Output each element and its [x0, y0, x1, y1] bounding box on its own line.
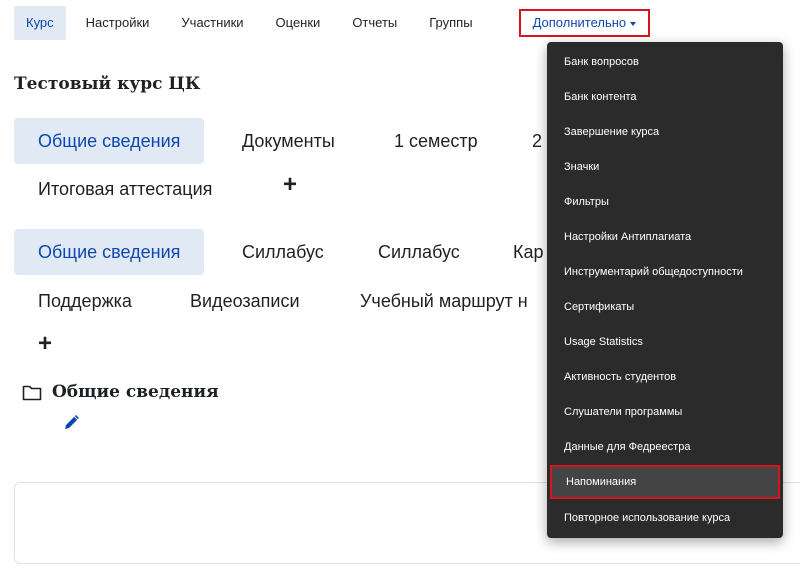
tab-groups[interactable]: Группы: [417, 6, 484, 40]
subtab-syllabus-1[interactable]: Силлабус: [218, 229, 348, 275]
menu-item-filters[interactable]: Фильтры: [547, 185, 783, 219]
tab-semester-1[interactable]: 1 семестр: [370, 118, 502, 164]
tab-reports[interactable]: Отчеты: [340, 6, 409, 40]
subtab-general-info[interactable]: Общие сведения: [14, 229, 205, 275]
tab-participants[interactable]: Участники: [169, 6, 255, 40]
subtab-support[interactable]: Поддержка: [14, 278, 156, 324]
page-title: Тестовый курс ЦК: [14, 74, 201, 94]
menu-item-reminders[interactable]: Напоминания: [550, 465, 780, 499]
menu-item-federal-registry-data[interactable]: Данные для Федреестра: [547, 430, 783, 464]
menu-item-badges[interactable]: Значки: [547, 150, 783, 184]
edit-pencil-icon[interactable]: [62, 412, 82, 432]
subtab-learning-route[interactable]: Учебный маршрут н: [336, 278, 552, 324]
tab-course[interactable]: Курс: [14, 6, 66, 40]
tab-final-attestation[interactable]: Итоговая аттестация: [14, 166, 236, 212]
menu-item-antiplagiarism-settings[interactable]: Настройки Антиплагиата: [547, 220, 783, 254]
menu-item-course-reuse[interactable]: Повторное использование курса: [547, 501, 783, 535]
caret-down-icon: [630, 21, 637, 26]
subtab-video[interactable]: Видеозаписи: [166, 278, 324, 324]
tab-grades[interactable]: Оценки: [264, 6, 333, 40]
section-title: Общие сведения: [52, 382, 219, 402]
menu-item-student-activity[interactable]: Активность студентов: [547, 360, 783, 394]
add-subtab-button[interactable]: +: [38, 332, 52, 356]
menu-item-accessibility-toolkit[interactable]: Инструментарий общедоступности: [547, 255, 783, 289]
menu-item-content-bank[interactable]: Банк контента: [547, 80, 783, 114]
folder-icon: [22, 385, 42, 401]
tab-general-info[interactable]: Общие сведения: [14, 118, 205, 164]
tab-more-dropdown[interactable]: Дополнительно: [518, 9, 651, 37]
menu-item-program-listeners[interactable]: Слушатели программы: [547, 395, 783, 429]
section-header: Общие сведения: [22, 382, 219, 402]
more-dropdown-menu: Банк вопросов Банк контента Завершение к…: [547, 42, 783, 538]
course-secondary-nav: Курс Настройки Участники Оценки Отчеты Г…: [14, 6, 658, 40]
menu-item-question-bank[interactable]: Банк вопросов: [547, 45, 783, 79]
tab-documents[interactable]: Документы: [218, 118, 359, 164]
menu-item-course-completion[interactable]: Завершение курса: [547, 115, 783, 149]
add-tab-button[interactable]: +: [283, 173, 297, 197]
menu-item-usage-statistics[interactable]: Usage Statistics: [547, 325, 783, 359]
more-label: Дополнительно: [532, 15, 627, 30]
tab-settings[interactable]: Настройки: [74, 6, 162, 40]
subtab-syllabus-2[interactable]: Силлабус: [354, 229, 484, 275]
menu-item-certificates[interactable]: Сертификаты: [547, 290, 783, 324]
